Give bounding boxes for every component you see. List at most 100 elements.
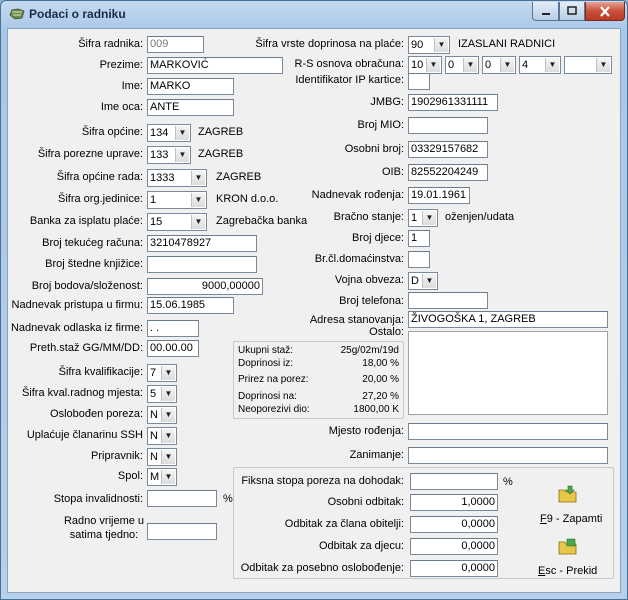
osobni-odbitak-label: Osobni odbitak:	[327, 496, 404, 508]
doprinos-value: 90	[411, 39, 424, 51]
chevron-down-icon[interactable]: ▼	[175, 126, 189, 140]
chevron-down-icon[interactable]: ▼	[161, 450, 175, 464]
cancel-button[interactable]: Esc - Prekid	[528, 537, 608, 583]
broj-racuna-label: Broj tekućeg računa:	[42, 237, 143, 249]
vojna-label: Vojna obveza:	[334, 274, 404, 286]
ip-kartice-label: Identifikator IP kartice:	[295, 74, 404, 86]
sifra-org-select[interactable]: 1 ▼	[147, 191, 207, 209]
osobni-odbitak-field[interactable]: 1,0000	[410, 494, 498, 511]
chevron-down-icon[interactable]: ▼	[161, 408, 175, 422]
doprinos-select[interactable]: 90 ▼	[408, 36, 450, 54]
chevron-down-icon[interactable]: ▼	[161, 366, 175, 380]
rs-osnova-select-4[interactable]: 4 ▼	[519, 56, 561, 74]
oib-field[interactable]: 82552204249	[408, 164, 488, 181]
fiksna-field[interactable]	[410, 473, 498, 490]
chevron-down-icon[interactable]: ▼	[596, 58, 610, 72]
odbitak-djecu-label: Odbitak za djecu:	[319, 540, 404, 552]
rs-osnova-select-3[interactable]: 0 ▼	[482, 56, 516, 74]
pripravnik-select[interactable]: N ▼	[147, 448, 177, 466]
telefon-label: Broj telefona:	[339, 295, 404, 307]
rs-osnova-select-2[interactable]: 0 ▼	[445, 56, 479, 74]
kval-mjesta-select[interactable]: 5 ▼	[147, 385, 177, 403]
bracno-select[interactable]: 1 ▼	[408, 209, 438, 227]
zanimanje-field[interactable]	[408, 447, 608, 464]
odbitak-posebno-field[interactable]: 0,0000	[410, 560, 498, 577]
chevron-down-icon[interactable]: ▼	[191, 215, 205, 229]
chevron-down-icon[interactable]: ▼	[175, 148, 189, 162]
ip-kartice-field[interactable]	[408, 73, 430, 90]
sifra-opcine-rada-select[interactable]: 1333 ▼	[147, 169, 207, 187]
rs-osnova-select-1[interactable]: 10 ▼	[408, 56, 442, 74]
chevron-down-icon[interactable]: ▼	[426, 58, 440, 72]
doprinosi-na-label: Doprinosi na:	[238, 391, 297, 402]
spol-value: M	[150, 471, 160, 483]
chevron-down-icon[interactable]: ▼	[463, 58, 477, 72]
close-button[interactable]	[585, 2, 625, 21]
chevron-down-icon[interactable]: ▼	[500, 58, 514, 72]
maximize-icon	[567, 6, 577, 15]
pripravnik-value: N	[150, 451, 158, 463]
ostalo-label: Ostalo:	[369, 326, 404, 338]
odlazak-field[interactable]: . .	[147, 320, 199, 337]
radno-vrijeme-field[interactable]	[147, 523, 217, 540]
sifra-radnika-field[interactable]: 009	[147, 36, 204, 53]
chevron-down-icon[interactable]: ▼	[545, 58, 559, 72]
ssh-label: Uplaćuje članarinu SSH	[26, 429, 143, 441]
minimize-icon	[541, 13, 550, 15]
rodjenje-field[interactable]: 19.01.1961	[408, 187, 470, 204]
mio-field[interactable]	[408, 117, 488, 134]
banka-select[interactable]: 15 ▼	[147, 213, 207, 231]
sifra-porezne-select[interactable]: 133 ▼	[147, 146, 191, 164]
neoporezivi-value: 1800,00 K	[353, 404, 399, 415]
chevron-down-icon[interactable]: ▼	[422, 211, 436, 225]
spol-select[interactable]: M ▼	[147, 468, 177, 486]
chevron-down-icon[interactable]: ▼	[161, 470, 175, 484]
save-label: 9 - Zapamti	[546, 513, 603, 525]
invalidnost-unit: %	[223, 493, 233, 505]
preth-staz-field[interactable]: 00.00.00	[147, 340, 199, 357]
sifra-org-label: Šifra org.jedinice:	[58, 193, 143, 205]
chevron-down-icon[interactable]: ▼	[191, 171, 205, 185]
minimize-button[interactable]	[532, 2, 559, 21]
sifra-opcine-select[interactable]: 134 ▼	[147, 124, 191, 142]
sifra-opcine-rada-label: Šifra općine rada:	[56, 171, 143, 183]
kvalifikacija-select[interactable]: 7 ▼	[147, 364, 177, 382]
save-button[interactable]: F9 - Zapamti	[528, 485, 608, 529]
djeca-field[interactable]: 1	[408, 230, 430, 247]
adresa-label: Adresa stanovanja:	[309, 314, 404, 326]
vojna-select[interactable]: D ▼	[408, 272, 438, 290]
adresa-field[interactable]: ŽIVOGOŠKA 1, ZAGREB	[408, 311, 608, 328]
chevron-down-icon[interactable]: ▼	[422, 274, 436, 288]
banka-value: 15	[150, 216, 163, 228]
sifra-opcine-rada-value: 1333	[150, 172, 175, 184]
ostalo-textarea[interactable]	[408, 331, 608, 415]
invalidnost-field[interactable]	[147, 490, 217, 507]
osobni-broj-field[interactable]: 03329157682	[408, 141, 488, 158]
prirez-label: Prirez na porez:	[238, 374, 309, 385]
cancel-label: sc - Prekid	[545, 565, 598, 577]
mjesto-rodjenja-label: Mjesto rođenja:	[328, 425, 404, 437]
oslobodjen-select[interactable]: N ▼	[147, 406, 177, 424]
chevron-down-icon[interactable]: ▼	[434, 38, 448, 52]
chevron-down-icon[interactable]: ▼	[161, 387, 175, 401]
clanovi-field[interactable]	[408, 251, 430, 268]
rs-osnova-select-5[interactable]: ▼	[564, 56, 612, 74]
ssh-select[interactable]: N ▼	[147, 427, 177, 445]
jmbg-field[interactable]: 1902961331111	[408, 94, 498, 111]
mjesto-rodjenja-field[interactable]	[408, 423, 608, 440]
chevron-down-icon[interactable]: ▼	[161, 429, 175, 443]
prezime-label: Prezime:	[99, 59, 143, 71]
oslobodjen-value: N	[150, 409, 158, 421]
kval-mjesta-label: Šifra kval.radnog mjesta:	[21, 387, 143, 399]
clanovi-label: Br.čl.domaćinstva:	[314, 253, 404, 265]
odbitak-djecu-field[interactable]: 0,0000	[410, 538, 498, 555]
neoporezivi-label: Neoporezivi dio:	[238, 404, 310, 415]
sifra-org-value: 1	[150, 194, 157, 206]
djeca-label: Broj djece:	[352, 232, 404, 244]
maximize-button[interactable]	[559, 2, 585, 21]
telefon-field[interactable]	[408, 292, 488, 309]
sifra-radnika-label: Šifra radnika:	[78, 38, 143, 50]
chevron-down-icon[interactable]: ▼	[191, 193, 205, 207]
kvalifikacija-label: Šifra kvalifikacije:	[58, 366, 143, 378]
odbitak-clana-field[interactable]: 0,0000	[410, 516, 498, 533]
